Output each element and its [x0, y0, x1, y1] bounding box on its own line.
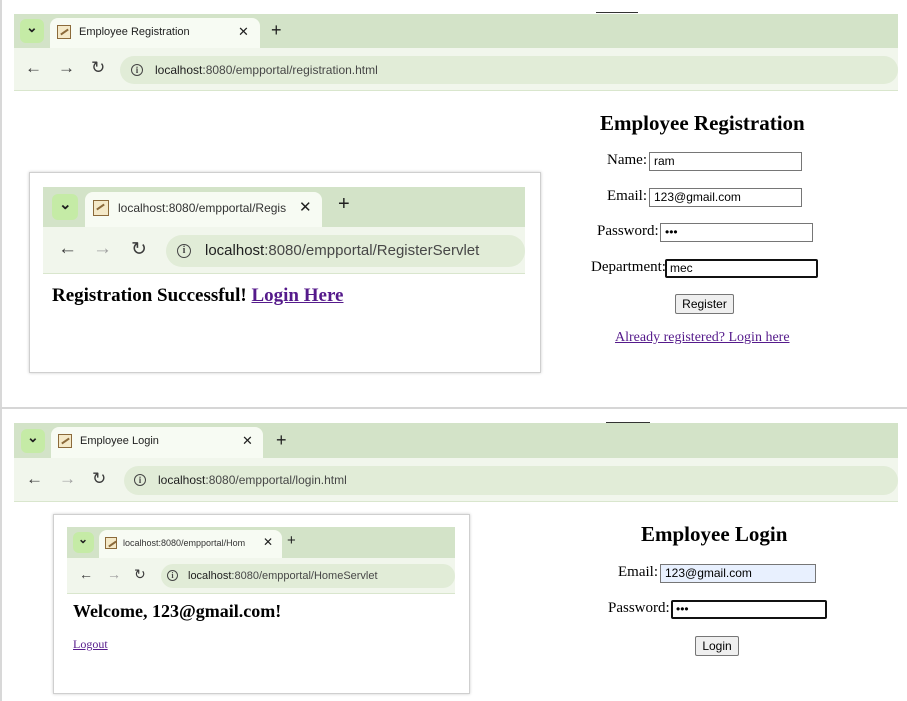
- tab-search-button[interactable]: ⌄: [73, 532, 94, 553]
- left-border: [0, 0, 2, 701]
- back-arrow-icon[interactable]: ←: [26, 469, 43, 489]
- tab-employee-registration[interactable]: Employee Registration ✕: [50, 18, 260, 48]
- close-icon[interactable]: ✕: [263, 535, 273, 549]
- forward-arrow-icon[interactable]: →: [93, 238, 112, 260]
- tomcat-favicon-icon: [58, 434, 72, 448]
- already-registered-login-link[interactable]: Already registered? Login here: [615, 330, 790, 346]
- url-text: localhost:8080/empportal/RegisterServlet: [205, 242, 479, 259]
- url-omnibox[interactable]: i localhost:8080/empportal/RegisterServl…: [166, 235, 525, 267]
- url-host: localhost: [188, 570, 232, 582]
- url-text: localhost:8080/empportal/login.html: [158, 473, 347, 487]
- tomcat-favicon-icon: [105, 537, 117, 549]
- top-notch: [596, 12, 638, 13]
- email-field[interactable]: 123@gmail.com: [660, 564, 816, 583]
- new-tab-icon[interactable]: +: [271, 20, 282, 41]
- new-tab-icon[interactable]: +: [338, 193, 350, 216]
- tab-title: localhost:8080/empportal/Regis: [118, 201, 287, 215]
- close-icon[interactable]: ✕: [299, 198, 312, 216]
- toolbar-divider: [43, 273, 525, 274]
- reload-icon[interactable]: ↻: [134, 566, 146, 583]
- department-field[interactable]: mec: [665, 259, 818, 278]
- welcome-message: Welcome, 123@gmail.com!: [73, 601, 282, 621]
- section-separator: [0, 407, 907, 409]
- forward-arrow-icon[interactable]: →: [107, 566, 121, 582]
- tab-search-button[interactable]: ⌄: [21, 429, 45, 453]
- close-icon[interactable]: ✕: [242, 433, 253, 449]
- department-label: Department:: [591, 259, 666, 275]
- tab-search-button[interactable]: ⌄: [20, 19, 44, 43]
- password-label: Password:: [597, 223, 659, 239]
- password-label: Password:: [608, 600, 670, 616]
- new-tab-icon[interactable]: +: [276, 430, 287, 451]
- url-path: :8080/empportal/RegisterServlet: [264, 242, 480, 259]
- chevron-down-icon: ⌄: [27, 429, 39, 445]
- url-path: :8080/empportal/registration.html: [202, 63, 378, 77]
- url-host: localhost: [205, 242, 265, 259]
- email-field[interactable]: 123@gmail.com: [649, 188, 802, 207]
- tomcat-favicon-icon: [93, 200, 109, 216]
- info-icon[interactable]: i: [167, 570, 178, 581]
- reload-icon[interactable]: ↻: [131, 238, 147, 261]
- url-text: localhost:8080/empportal/HomeServlet: [188, 570, 378, 582]
- tab-title: Employee Registration: [79, 26, 190, 38]
- close-icon[interactable]: ✕: [238, 24, 249, 40]
- url-omnibox[interactable]: i localhost:8080/empportal/registration.…: [120, 56, 898, 84]
- registration-success-message: Registration Successful! Login Here: [52, 285, 344, 307]
- tab-employee-login[interactable]: Employee Login ✕: [51, 427, 263, 458]
- home-page-screenshot: ⌄ localhost:8080/empportal/Hom ✕ + ← → ↻…: [53, 514, 470, 694]
- chevron-down-icon: ⌄: [59, 196, 72, 213]
- toolbar-divider: [14, 501, 898, 502]
- name-field[interactable]: ram: [649, 152, 802, 171]
- back-arrow-icon[interactable]: ←: [58, 238, 77, 260]
- tomcat-favicon-icon: [57, 25, 71, 39]
- tab-title: localhost:8080/empportal/Hom: [123, 538, 246, 548]
- email-label: Email:: [607, 188, 647, 204]
- back-arrow-icon[interactable]: ←: [79, 566, 93, 582]
- name-label: Name:: [607, 152, 647, 168]
- tab-register-servlet[interactable]: localhost:8080/empportal/Regis ✕: [85, 192, 322, 227]
- info-icon[interactable]: i: [134, 474, 146, 486]
- tab-title: Employee Login: [80, 435, 159, 447]
- register-button[interactable]: Register: [675, 294, 734, 314]
- back-arrow-icon[interactable]: ←: [25, 58, 42, 78]
- reload-icon[interactable]: ↻: [91, 58, 105, 78]
- new-tab-icon[interactable]: +: [287, 532, 296, 549]
- reload-icon[interactable]: ↻: [92, 469, 106, 489]
- url-text: localhost:8080/empportal/registration.ht…: [155, 63, 378, 77]
- info-icon[interactable]: i: [131, 64, 143, 76]
- url-host: localhost: [155, 63, 203, 77]
- toolbar-divider: [67, 593, 455, 594]
- toolbar-divider: [14, 90, 898, 91]
- registration-heading: Employee Registration: [600, 111, 805, 135]
- logout-link[interactable]: Logout: [73, 637, 108, 652]
- password-field[interactable]: •••: [660, 223, 813, 242]
- email-label: Email:: [618, 564, 658, 580]
- registration-success-screenshot: ⌄ localhost:8080/empportal/Regis ✕ + ← →…: [29, 172, 541, 373]
- url-host: localhost: [158, 473, 206, 487]
- password-field[interactable]: •••: [671, 600, 827, 619]
- info-icon[interactable]: i: [177, 244, 191, 258]
- chevron-down-icon: ⌄: [26, 19, 38, 35]
- login-button[interactable]: Login: [695, 636, 739, 656]
- url-path: :8080/empportal/login.html: [205, 473, 347, 487]
- url-path: :8080/empportal/HomeServlet: [231, 570, 378, 582]
- forward-arrow-icon[interactable]: →: [58, 58, 75, 78]
- chevron-down-icon: ⌄: [78, 532, 89, 546]
- url-omnibox[interactable]: i localhost:8080/empportal/login.html: [124, 466, 898, 495]
- login-heading: Employee Login: [641, 522, 788, 546]
- login-here-link[interactable]: Login Here: [251, 285, 343, 306]
- tab-home-servlet[interactable]: localhost:8080/empportal/Hom ✕: [99, 530, 282, 558]
- success-text: Registration Successful!: [52, 285, 247, 306]
- tab-search-button[interactable]: ⌄: [52, 194, 78, 220]
- url-omnibox[interactable]: i localhost:8080/empportal/HomeServlet: [161, 564, 455, 588]
- forward-arrow-icon[interactable]: →: [59, 469, 76, 489]
